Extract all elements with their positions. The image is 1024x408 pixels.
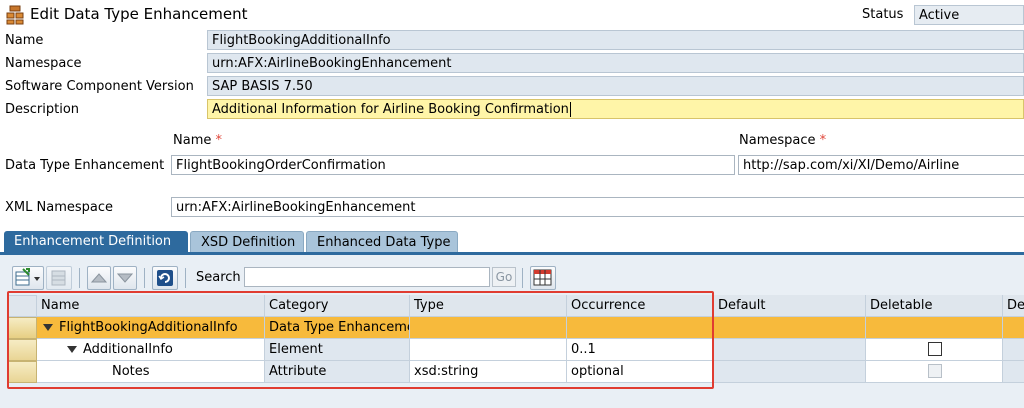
text-cursor xyxy=(569,102,571,117)
xml-namespace-input[interactable]: urn:AFX:AirlineBookingEnhancement xyxy=(171,197,1024,217)
dte-label: Data Type Enhancement xyxy=(5,158,165,173)
swcv-label: Software Component Version xyxy=(5,79,194,94)
page-title: Edit Data Type Enhancement xyxy=(30,5,248,23)
toolbar-separator xyxy=(522,268,523,288)
tab-xsd-definition[interactable]: XSD Definition xyxy=(190,231,304,253)
deletable-cell xyxy=(866,361,1003,383)
title-bar: Edit Data Type Enhancement Status Active xyxy=(0,0,1024,30)
dte-namespace-header: Namespace * xyxy=(739,133,827,148)
refresh-icon xyxy=(157,270,173,286)
default-cell[interactable] xyxy=(714,317,866,339)
swcv-field: SAP BASIS 7.50 xyxy=(207,76,1024,96)
deletable-cell xyxy=(866,317,1003,339)
deletable-cell xyxy=(866,339,1003,361)
insert-row-icon xyxy=(15,268,40,286)
deletable-checkbox-disabled xyxy=(928,364,942,378)
def-cell xyxy=(1003,361,1024,383)
default-cell[interactable] xyxy=(714,339,866,361)
toolbar-separator xyxy=(79,268,80,288)
def-cell xyxy=(1003,339,1024,361)
arrow-up-icon xyxy=(90,273,108,283)
deletable-checkbox[interactable] xyxy=(928,342,942,356)
column-header-def[interactable]: Def xyxy=(1003,295,1024,317)
tab-enhanced-data-type[interactable]: Enhanced Data Type xyxy=(306,231,458,253)
table-settings-icon xyxy=(533,269,552,286)
status-field: Active xyxy=(914,5,1024,25)
move-up-button[interactable] xyxy=(87,266,111,290)
table-settings-button[interactable] xyxy=(530,266,556,290)
description-label: Description xyxy=(5,102,80,117)
namespace-label: Namespace xyxy=(5,56,82,71)
search-label: Search xyxy=(196,270,241,285)
dte-name-input[interactable]: FlightBookingOrderConfirmation xyxy=(171,155,735,175)
xml-namespace-label: XML Namespace xyxy=(5,200,113,215)
status-label: Status xyxy=(862,7,904,22)
arrow-down-icon xyxy=(116,273,134,283)
name-field: FlightBookingAdditionalInfo xyxy=(207,30,1024,50)
dte-name-header: Name * xyxy=(173,133,222,148)
def-cell xyxy=(1003,317,1024,339)
column-header-default[interactable]: Default xyxy=(714,295,866,317)
dte-namespace-input[interactable]: http://sap.com/xi/XI/Demo/Airline xyxy=(738,155,1024,175)
refresh-button[interactable] xyxy=(152,266,178,290)
default-cell[interactable] xyxy=(714,361,866,383)
highlight-box xyxy=(7,291,714,389)
delete-row-button[interactable] xyxy=(46,266,72,290)
description-input[interactable]: Additional Information for Airline Booki… xyxy=(207,99,1024,119)
tab-enhancement-definition[interactable]: Enhancement Definition xyxy=(4,231,188,253)
insert-dropdown-button[interactable] xyxy=(12,266,44,290)
go-button[interactable]: Go xyxy=(492,267,516,287)
column-header-deletable[interactable]: Deletable xyxy=(866,295,1003,317)
search-input[interactable] xyxy=(244,267,490,287)
delete-row-icon xyxy=(51,270,66,286)
description-value: Additional Information for Airline Booki… xyxy=(212,102,569,117)
name-label: Name xyxy=(5,33,44,48)
data-type-enhancement-icon xyxy=(6,5,24,25)
namespace-field: urn:AFX:AirlineBookingEnhancement xyxy=(207,53,1024,73)
move-down-button[interactable] xyxy=(113,266,137,290)
toolbar-separator xyxy=(185,268,186,288)
toolbar-separator xyxy=(144,268,145,288)
